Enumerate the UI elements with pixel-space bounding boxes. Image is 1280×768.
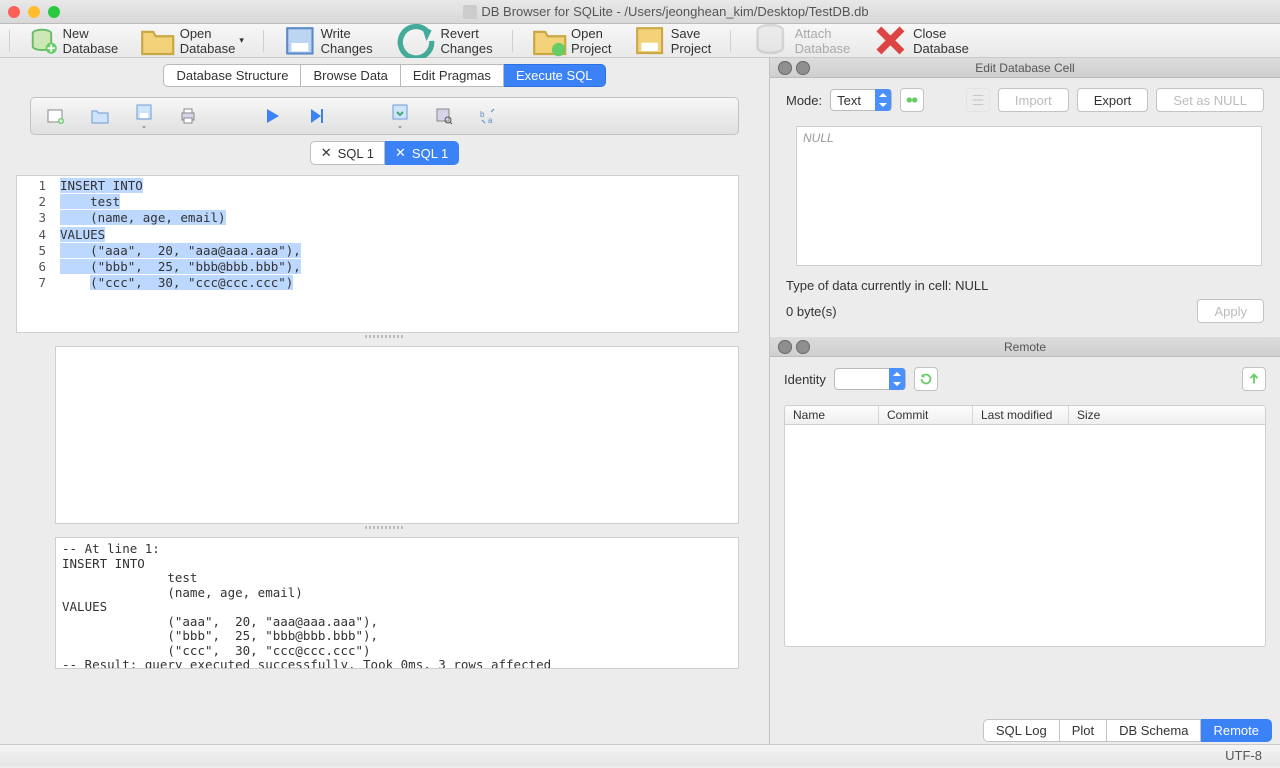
- tab-browse[interactable]: Browse Data: [301, 64, 400, 87]
- run-icon[interactable]: [263, 107, 281, 125]
- revert-changes-button[interactable]: Revert Changes: [389, 18, 499, 64]
- set-null-button[interactable]: Set as NULL: [1156, 88, 1264, 112]
- push-icon[interactable]: [1242, 367, 1266, 391]
- new-database-button[interactable]: New Database: [23, 24, 124, 58]
- code-body[interactable]: INSERT INTO test (name, age, email) VALU…: [56, 176, 738, 332]
- close-database-button[interactable]: Close Database: [866, 20, 975, 61]
- remote-pane-header: Remote: [770, 337, 1280, 357]
- cell-pane-header: Edit Database Cell: [770, 58, 1280, 78]
- close-icon[interactable]: ✕: [321, 145, 332, 161]
- cell-text-area[interactable]: NULL: [796, 126, 1262, 266]
- footer-tab-plot[interactable]: Plot: [1060, 719, 1107, 742]
- traffic-lights: [8, 6, 60, 18]
- result-log[interactable]: -- At line 1: INSERT INTO test (name, ag…: [55, 537, 739, 669]
- line-gutter: 1 2 3 4 5 6 7: [16, 175, 56, 333]
- col-name[interactable]: Name: [785, 406, 879, 424]
- open-file-icon[interactable]: [91, 107, 109, 125]
- sql-toolbar: ⌄ ⌄ ba: [30, 97, 739, 135]
- col-size[interactable]: Size: [1069, 406, 1265, 424]
- col-commit[interactable]: Commit: [879, 406, 973, 424]
- mode-label: Mode:: [786, 93, 822, 108]
- cell-type-info: Type of data currently in cell: NULL: [786, 278, 1264, 293]
- remote-table-header: Name Commit Last modified Size: [784, 405, 1266, 425]
- sql-editor[interactable]: 1 2 3 4 5 6 7 INSERT INTO test (name, ag…: [55, 175, 739, 333]
- left-pane: Database Structure Browse Data Edit Prag…: [0, 58, 770, 744]
- identity-label: Identity: [784, 372, 826, 387]
- close-icon[interactable]: ✕: [395, 145, 406, 161]
- new-tab-icon[interactable]: [47, 107, 65, 125]
- import-button[interactable]: Import: [998, 88, 1069, 112]
- pane-title: Remote: [770, 340, 1280, 354]
- database-icon: [463, 5, 477, 19]
- window-title: DB Browser for SQLite - /Users/jeonghean…: [60, 4, 1272, 19]
- splitter-handle[interactable]: [365, 526, 405, 529]
- footer-tab-remote[interactable]: Remote: [1201, 719, 1272, 742]
- status-bar: UTF-8: [0, 744, 1280, 766]
- format-icon[interactable]: [900, 88, 924, 112]
- indent-icon: [966, 88, 990, 112]
- cell-size-info: 0 byte(s): [786, 304, 837, 319]
- main-tabs: Database Structure Browse Data Edit Prag…: [0, 61, 769, 89]
- pane-title: Edit Database Cell: [770, 61, 1280, 75]
- splitter-handle[interactable]: [365, 335, 405, 338]
- open-database-button[interactable]: Open Database ▾: [134, 21, 250, 60]
- result-grid[interactable]: [55, 346, 739, 524]
- save-result-icon[interactable]: [391, 103, 409, 121]
- footer-tab-sqllog[interactable]: SQL Log: [983, 719, 1060, 742]
- open-project-button[interactable]: Open Project: [526, 21, 618, 60]
- sql-tab-2[interactable]: ✕SQL 1: [385, 141, 459, 165]
- run-line-icon[interactable]: [307, 107, 325, 125]
- identity-select[interactable]: [834, 368, 906, 390]
- tab-structure[interactable]: Database Structure: [163, 64, 301, 87]
- zoom-window-button[interactable]: [48, 6, 60, 18]
- mode-select[interactable]: Text: [830, 89, 892, 111]
- tab-execute-sql[interactable]: Execute SQL: [504, 64, 606, 87]
- svg-text:b: b: [480, 110, 485, 119]
- find-icon[interactable]: [435, 107, 453, 125]
- refresh-icon[interactable]: [914, 367, 938, 391]
- tab-pragmas[interactable]: Edit Pragmas: [401, 64, 504, 87]
- main-toolbar: New Database Open Database ▾ Write Chang…: [0, 24, 1280, 58]
- encoding-label: UTF-8: [1225, 748, 1262, 763]
- save-file-icon[interactable]: [135, 103, 153, 121]
- footer-tab-schema[interactable]: DB Schema: [1107, 719, 1201, 742]
- close-window-button[interactable]: [8, 6, 20, 18]
- sql-tabs: ✕SQL 1 ✕SQL 1: [0, 141, 769, 165]
- col-lastmod[interactable]: Last modified: [973, 406, 1069, 424]
- export-button[interactable]: Export: [1077, 88, 1149, 112]
- save-project-button[interactable]: Save Project: [627, 22, 717, 59]
- attach-database-button: Attach Database: [744, 18, 856, 62]
- svg-text:a: a: [488, 116, 493, 125]
- minimize-window-button[interactable]: [28, 6, 40, 18]
- sql-tab-1[interactable]: ✕SQL 1: [310, 141, 385, 165]
- write-changes-button[interactable]: Write Changes: [277, 22, 379, 60]
- apply-button[interactable]: Apply: [1197, 299, 1264, 323]
- print-icon[interactable]: [179, 107, 197, 125]
- footer-tabs: SQL Log Plot DB Schema Remote: [770, 716, 1280, 744]
- find-replace-icon[interactable]: ba: [479, 107, 497, 125]
- remote-table-body[interactable]: [784, 425, 1266, 647]
- right-pane: Edit Database Cell Mode: Text Import Exp…: [770, 58, 1280, 744]
